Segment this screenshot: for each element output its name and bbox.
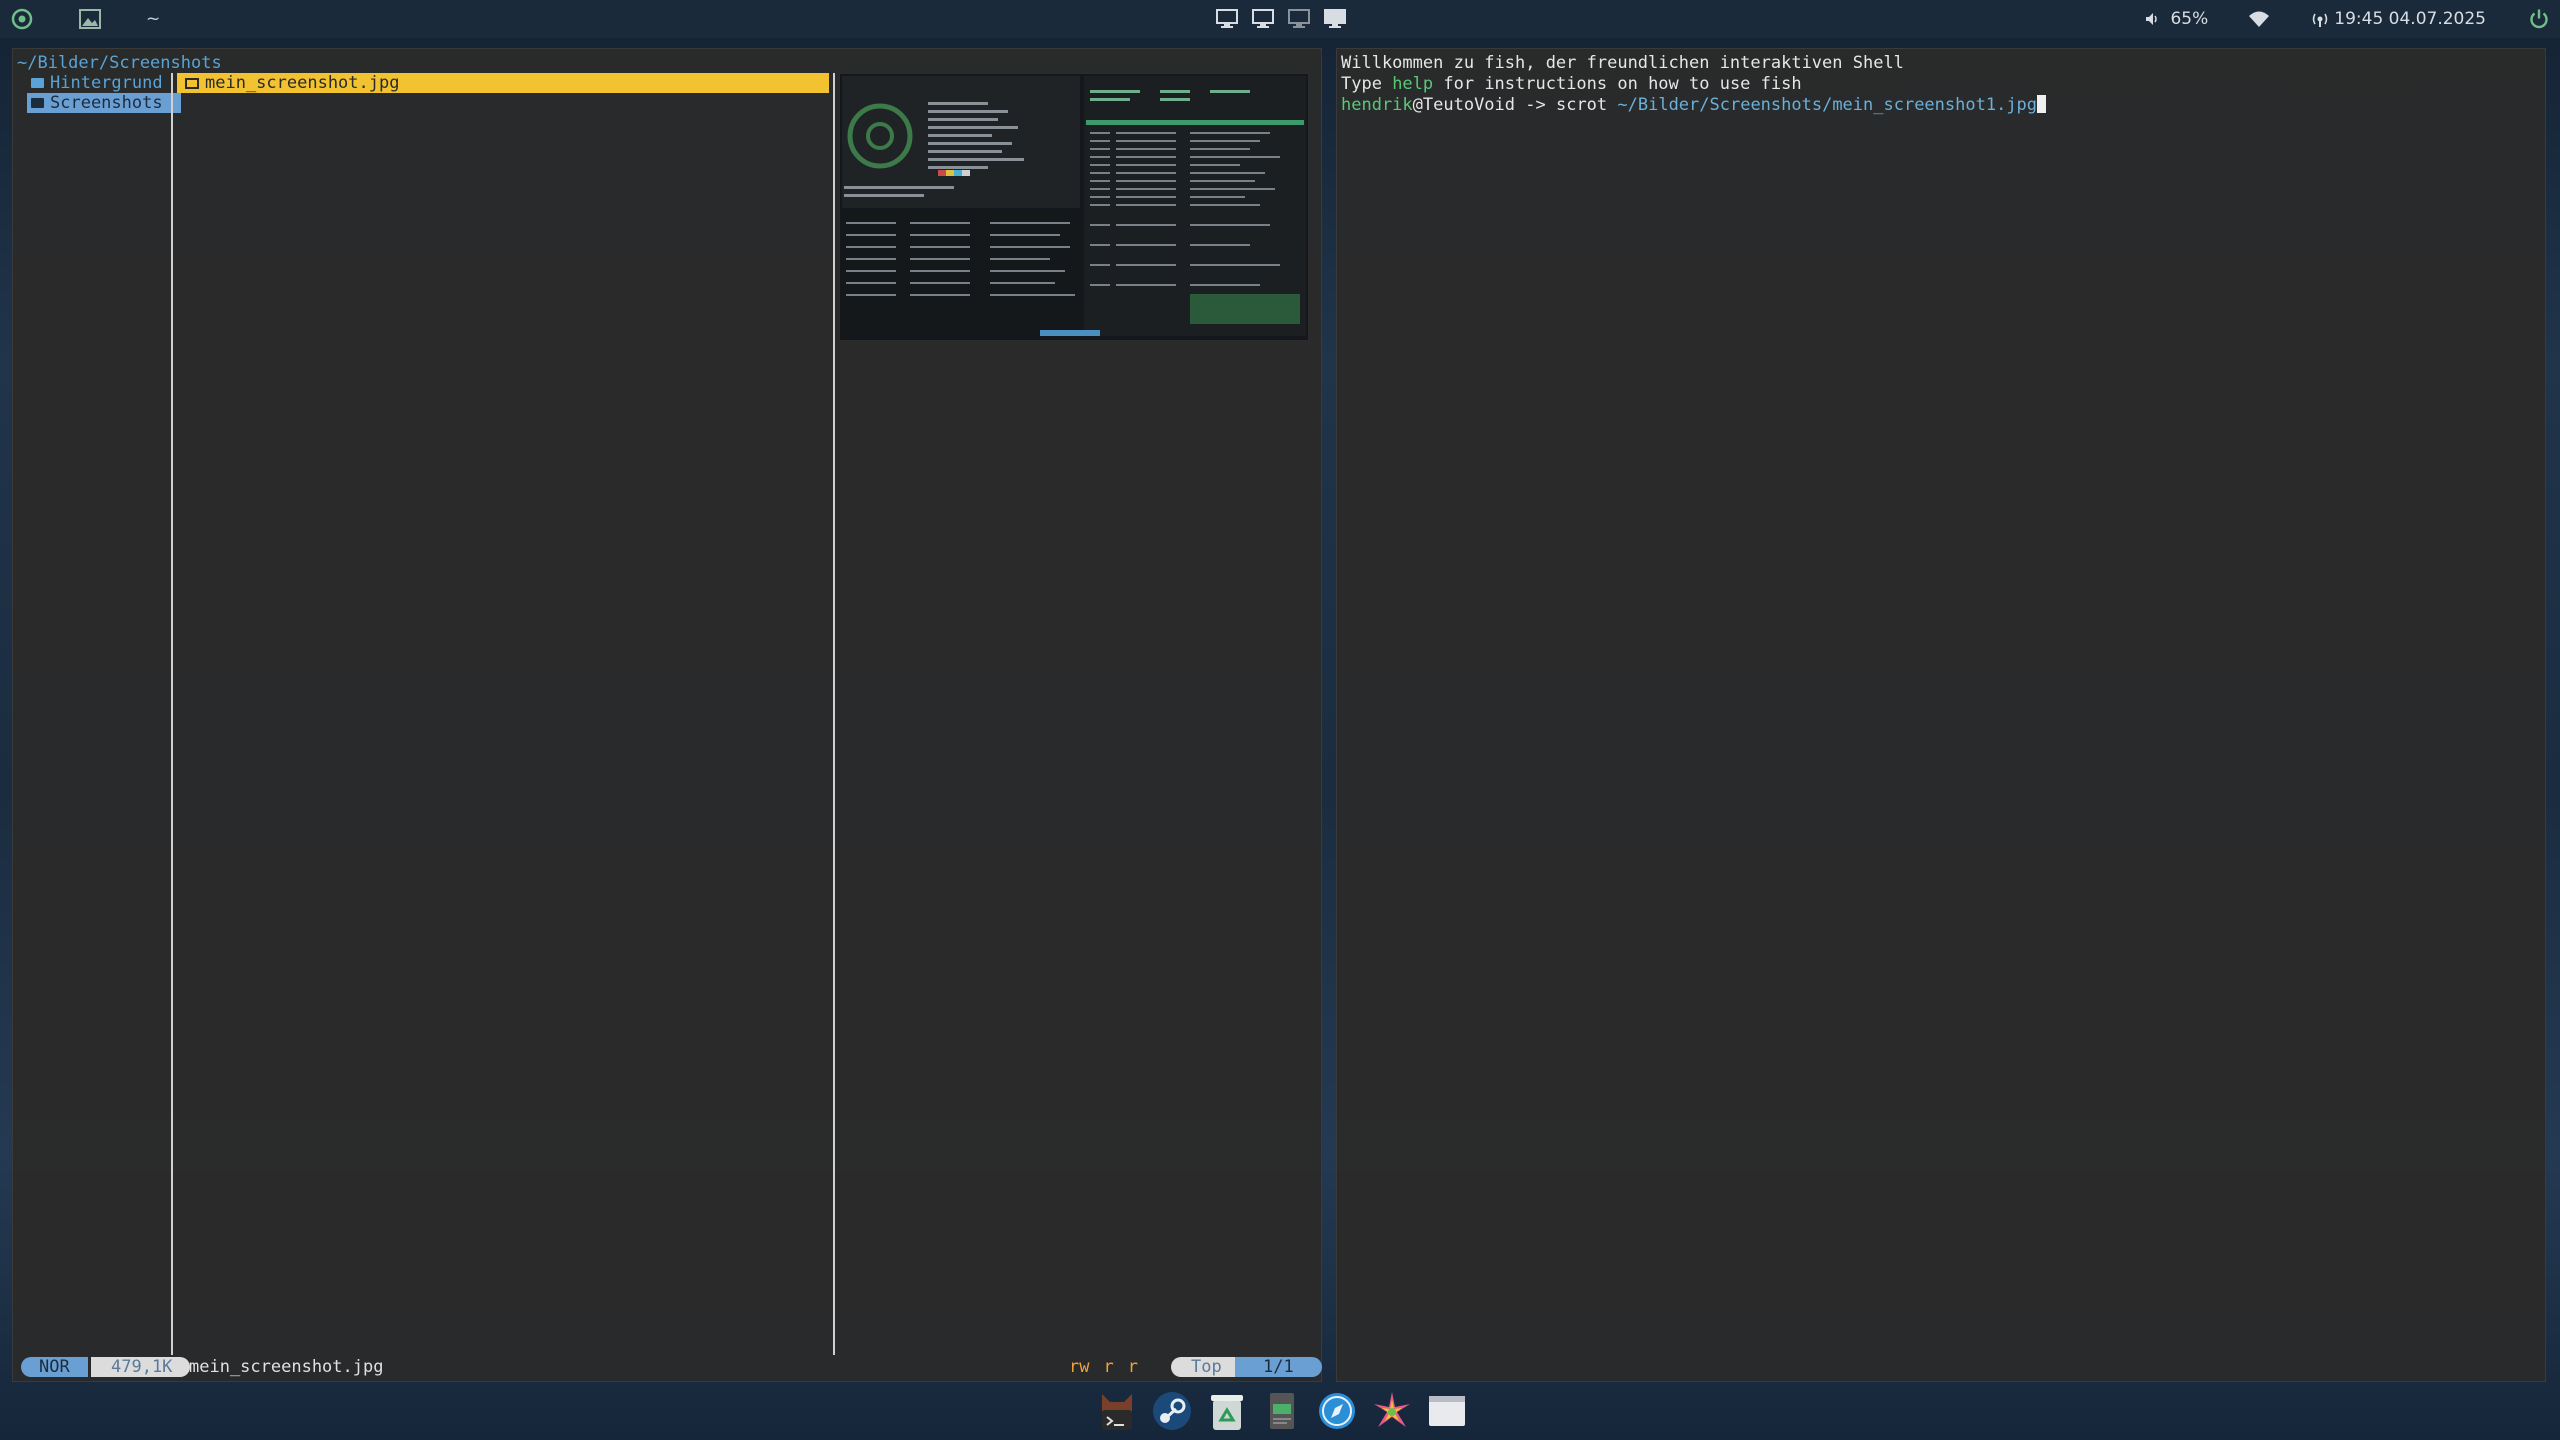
top-panel: ~ 65% 19:45 04.07.2025 [0,0,2560,38]
terminal-app-icon[interactable] [1094,1389,1139,1434]
network-signal-icon[interactable] [2310,10,2330,28]
help-suffix: for instructions on how to use fish [1433,74,1802,94]
prompt-user: hendrik [1341,95,1413,115]
workspace-3-icon[interactable] [1288,9,1310,29]
current-directory-column: mein_screenshot.jpg [177,73,829,93]
window-icon[interactable] [1424,1389,1469,1434]
parent-directory-column: Hintergrund Screenshots [27,73,181,113]
sparkle-app-icon[interactable] [1369,1389,1414,1434]
folder-icon [31,98,44,108]
workspace-4-icon[interactable] [1324,9,1346,29]
help-line: Type help for instructions on how to use… [1341,74,2541,95]
workspace-2-icon[interactable] [1252,9,1274,29]
prompt-line[interactable]: hendrik@TeutoVoid -> scrot ~/Bilder/Scre… [1341,95,2541,116]
folder-item-hintergrund[interactable]: Hintergrund [27,73,181,93]
steam-icon[interactable] [1149,1389,1194,1434]
terminal-window[interactable]: Willkommen zu fish, der freundlichen int… [1336,48,2546,1382]
position-indicator: 1/1 [1235,1357,1322,1377]
dock [1094,1387,1469,1435]
image-preview [839,73,1309,341]
image-viewer-icon[interactable] [78,8,102,30]
current-path: ~/Bilder/Screenshots [17,53,222,73]
permission-group: r [1103,1357,1114,1377]
volume-level: 65% [2170,9,2209,29]
browser-icon[interactable] [1314,1389,1359,1434]
file-manager-window[interactable]: ~/Bilder/Screenshots Hintergrund Screens… [12,48,1322,1382]
workspace-1-icon[interactable] [1216,9,1238,29]
image-file-icon [185,78,199,89]
recycle-app-icon[interactable] [1204,1389,1249,1434]
notes-app-icon[interactable] [1259,1389,1304,1434]
text-cursor [2037,95,2047,113]
help-command: help [1392,74,1434,94]
status-filename: mein_screenshot.jpg [189,1357,384,1377]
scroll-indicator: Top [1171,1357,1238,1377]
folder-label: Hintergrund [50,73,163,93]
file-size: 479,1K [91,1357,191,1377]
workspace-label: ~ [146,9,161,29]
status-bar: NOR 479,1K mein_screenshot.jpg rw r r Top … [17,1355,1322,1377]
folder-item-screenshots[interactable]: Screenshots [27,93,181,113]
help-prefix: Type [1341,74,1393,94]
folder-label: Screenshots [50,93,163,113]
folder-icon [31,78,44,88]
permission-other: r [1127,1357,1138,1377]
command-argument: ~/Bilder/Screenshots/mein_screenshot1.jp… [1607,95,2038,115]
power-icon[interactable] [2528,8,2550,30]
file-permissions: rw r r [1069,1357,1152,1377]
mode-indicator: NOR [21,1357,88,1377]
column-divider [833,73,835,1355]
file-label: mein_screenshot.jpg [205,73,400,93]
column-divider [171,73,173,1355]
wifi-icon[interactable] [2248,10,2270,28]
permission-owner: rw [1069,1357,1090,1377]
volume-icon[interactable] [2144,11,2160,27]
command-name: scrot [1555,95,1608,115]
prompt-host: @TeutoVoid [1412,95,1516,115]
file-item-mein-screenshot[interactable]: mein_screenshot.jpg [177,73,829,93]
clock: 19:45 04.07.2025 [2334,9,2486,29]
welcome-line: Willkommen zu fish, der freundlichen int… [1341,53,1904,73]
launcher-icon[interactable] [10,7,34,31]
prompt-arrow: -> [1515,95,1556,115]
